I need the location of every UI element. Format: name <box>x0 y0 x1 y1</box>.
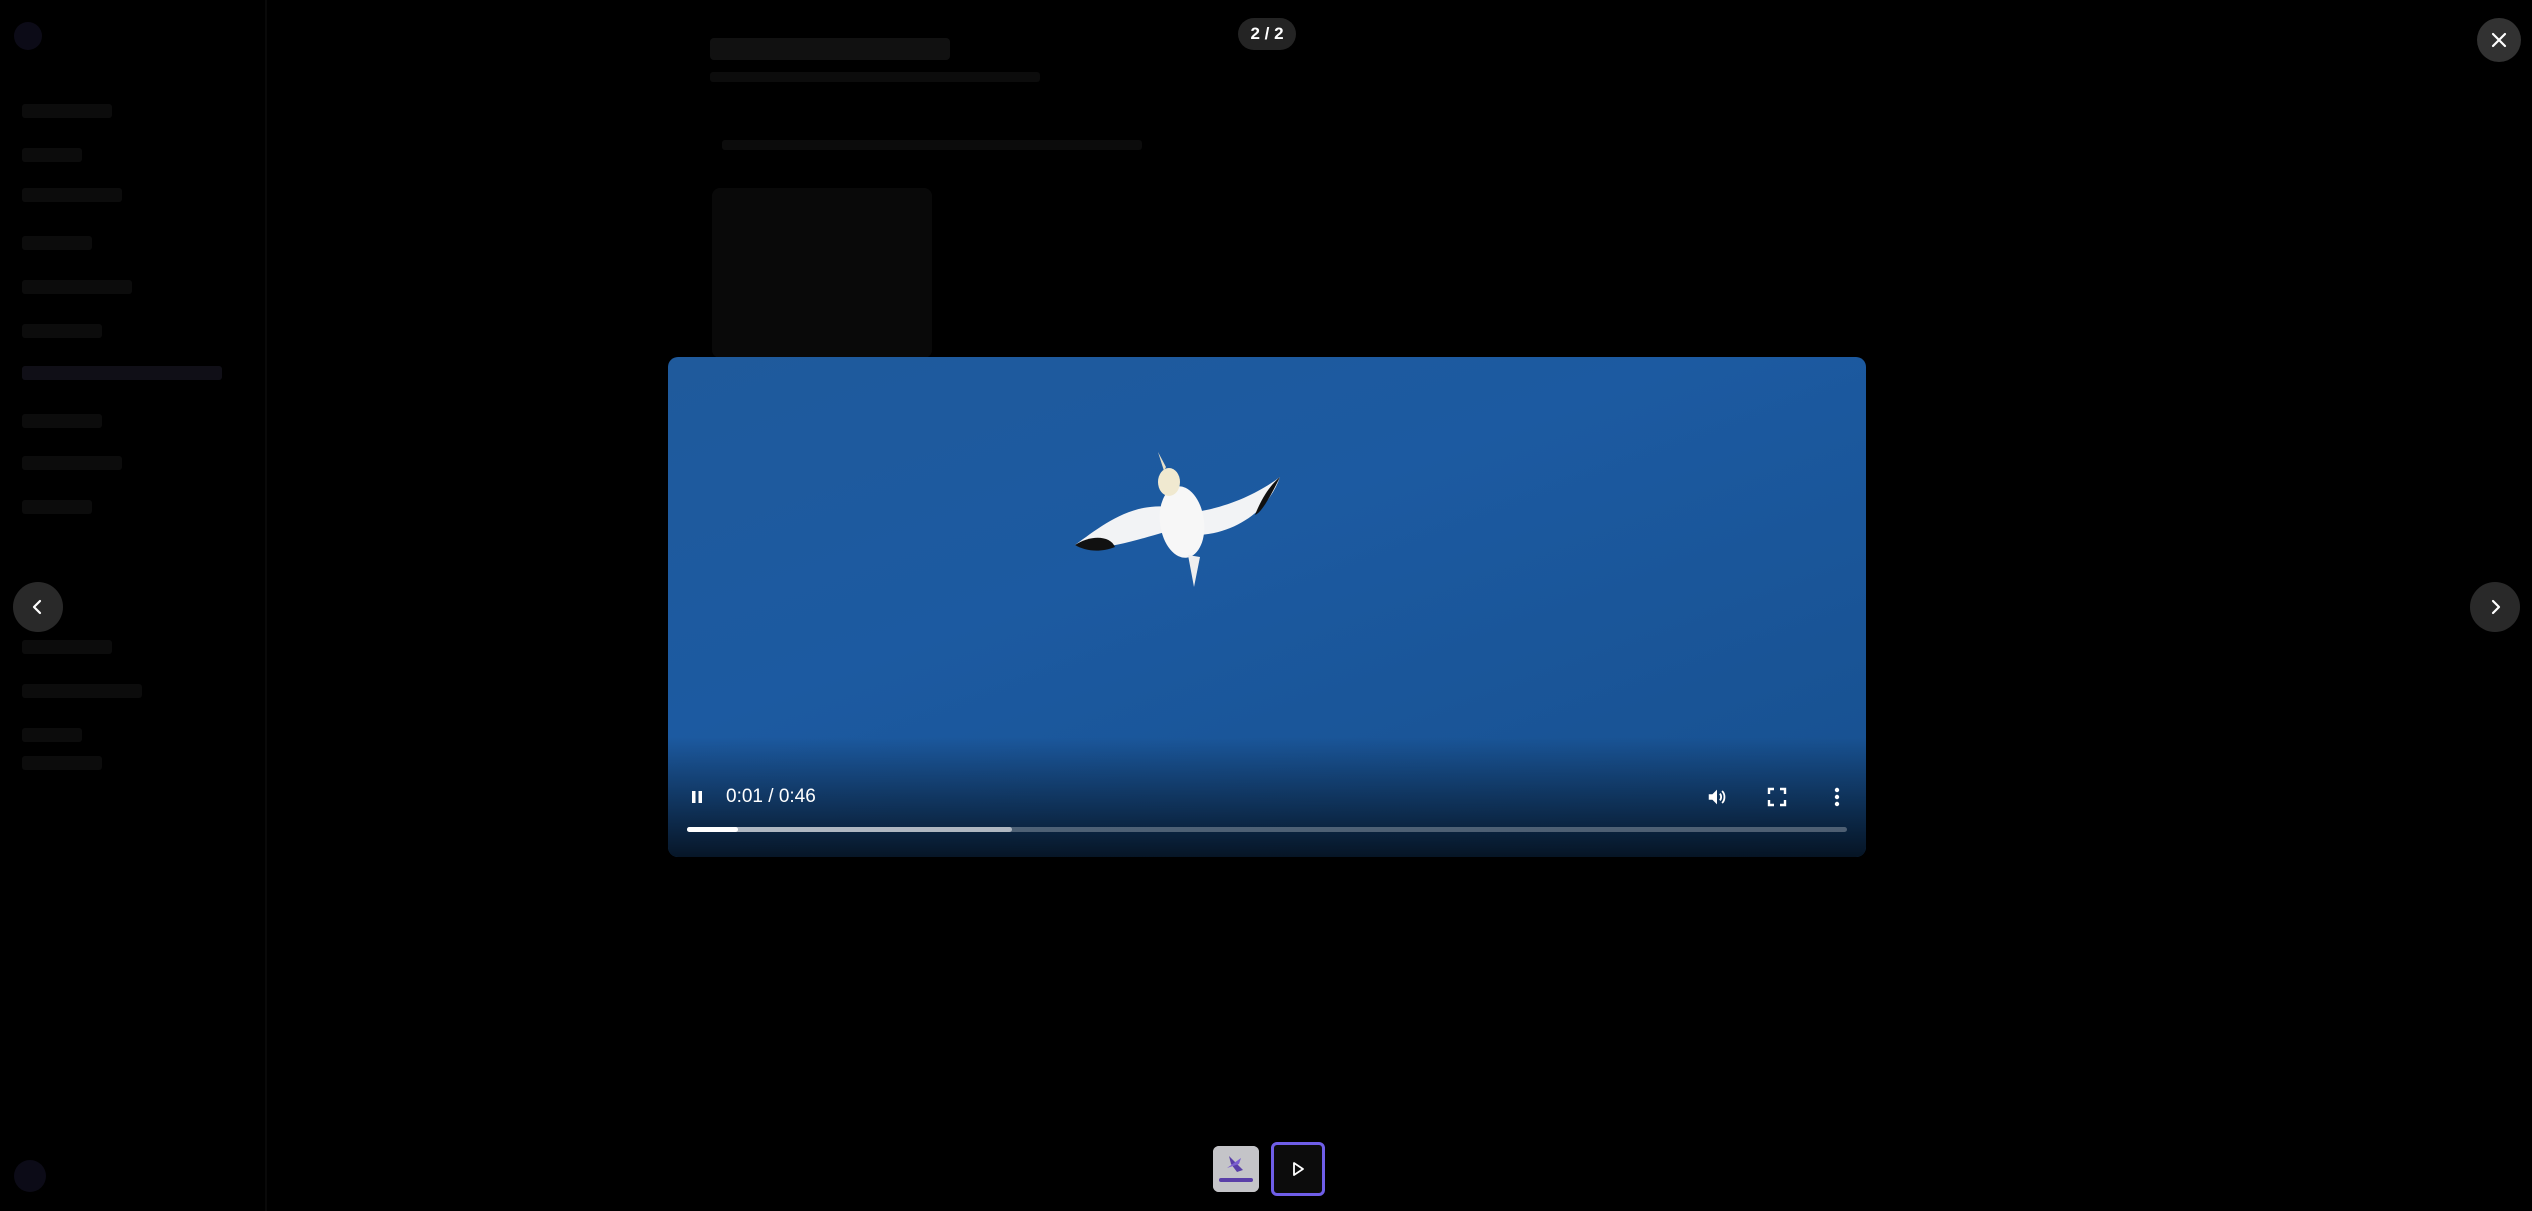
pause-icon <box>692 791 702 803</box>
background-avatar <box>14 1160 46 1192</box>
background-sidebar-item <box>22 104 112 118</box>
volume-button[interactable] <box>1697 777 1737 817</box>
video-controls: 0:01 / 0:46 <box>668 777 1866 817</box>
thumbnail-item-1[interactable] <box>1213 1146 1259 1192</box>
background-sidebar-item <box>22 414 102 428</box>
background-sidebar-item <box>22 236 92 250</box>
bird-image <box>1075 452 1280 587</box>
background-sidebar-item <box>22 324 102 338</box>
background-page-title <box>710 38 950 60</box>
background-sidebar-item <box>22 148 82 162</box>
background-content-line <box>722 140 1142 150</box>
background-sidebar-item <box>22 280 132 294</box>
fullscreen-icon <box>1767 787 1787 807</box>
background-logo <box>14 22 42 50</box>
background-page-subtitle <box>710 72 1040 82</box>
background-sidebar-item <box>22 756 102 770</box>
thumbnail-item-2[interactable] <box>1271 1142 1325 1196</box>
volume-icon <box>1708 789 1726 805</box>
more-vertical-icon <box>1834 787 1840 807</box>
pause-button[interactable] <box>677 777 717 817</box>
close-button[interactable] <box>2477 18 2521 62</box>
chevron-left-icon <box>32 599 42 615</box>
fullscreen-button[interactable] <box>1757 777 1797 817</box>
background-sidebar-item <box>22 366 222 380</box>
media-counter: 2 / 2 <box>1238 18 1296 50</box>
background-sidebar-item <box>22 456 122 470</box>
background-sidebar-item <box>22 728 82 742</box>
video-player[interactable]: 0:01 / 0:46 <box>668 357 1866 857</box>
next-button[interactable] <box>2470 582 2520 632</box>
close-icon <box>2491 32 2507 48</box>
play-icon <box>1293 1162 1304 1176</box>
logo-thumbnail-icon <box>1213 1146 1259 1192</box>
seek-bar-played <box>687 827 739 832</box>
time-display: 0:01 / 0:46 <box>726 786 816 807</box>
background-media-thumbnail <box>712 188 932 358</box>
seek-bar[interactable] <box>687 827 1847 832</box>
background-sidebar-item <box>22 188 122 202</box>
background-sidebar-item <box>22 684 142 698</box>
background-sidebar-item <box>22 500 92 514</box>
more-options-button[interactable] <box>1817 777 1857 817</box>
chevron-right-icon <box>2491 599 2501 615</box>
background-sidebar-item <box>22 640 112 654</box>
previous-button[interactable] <box>13 582 63 632</box>
